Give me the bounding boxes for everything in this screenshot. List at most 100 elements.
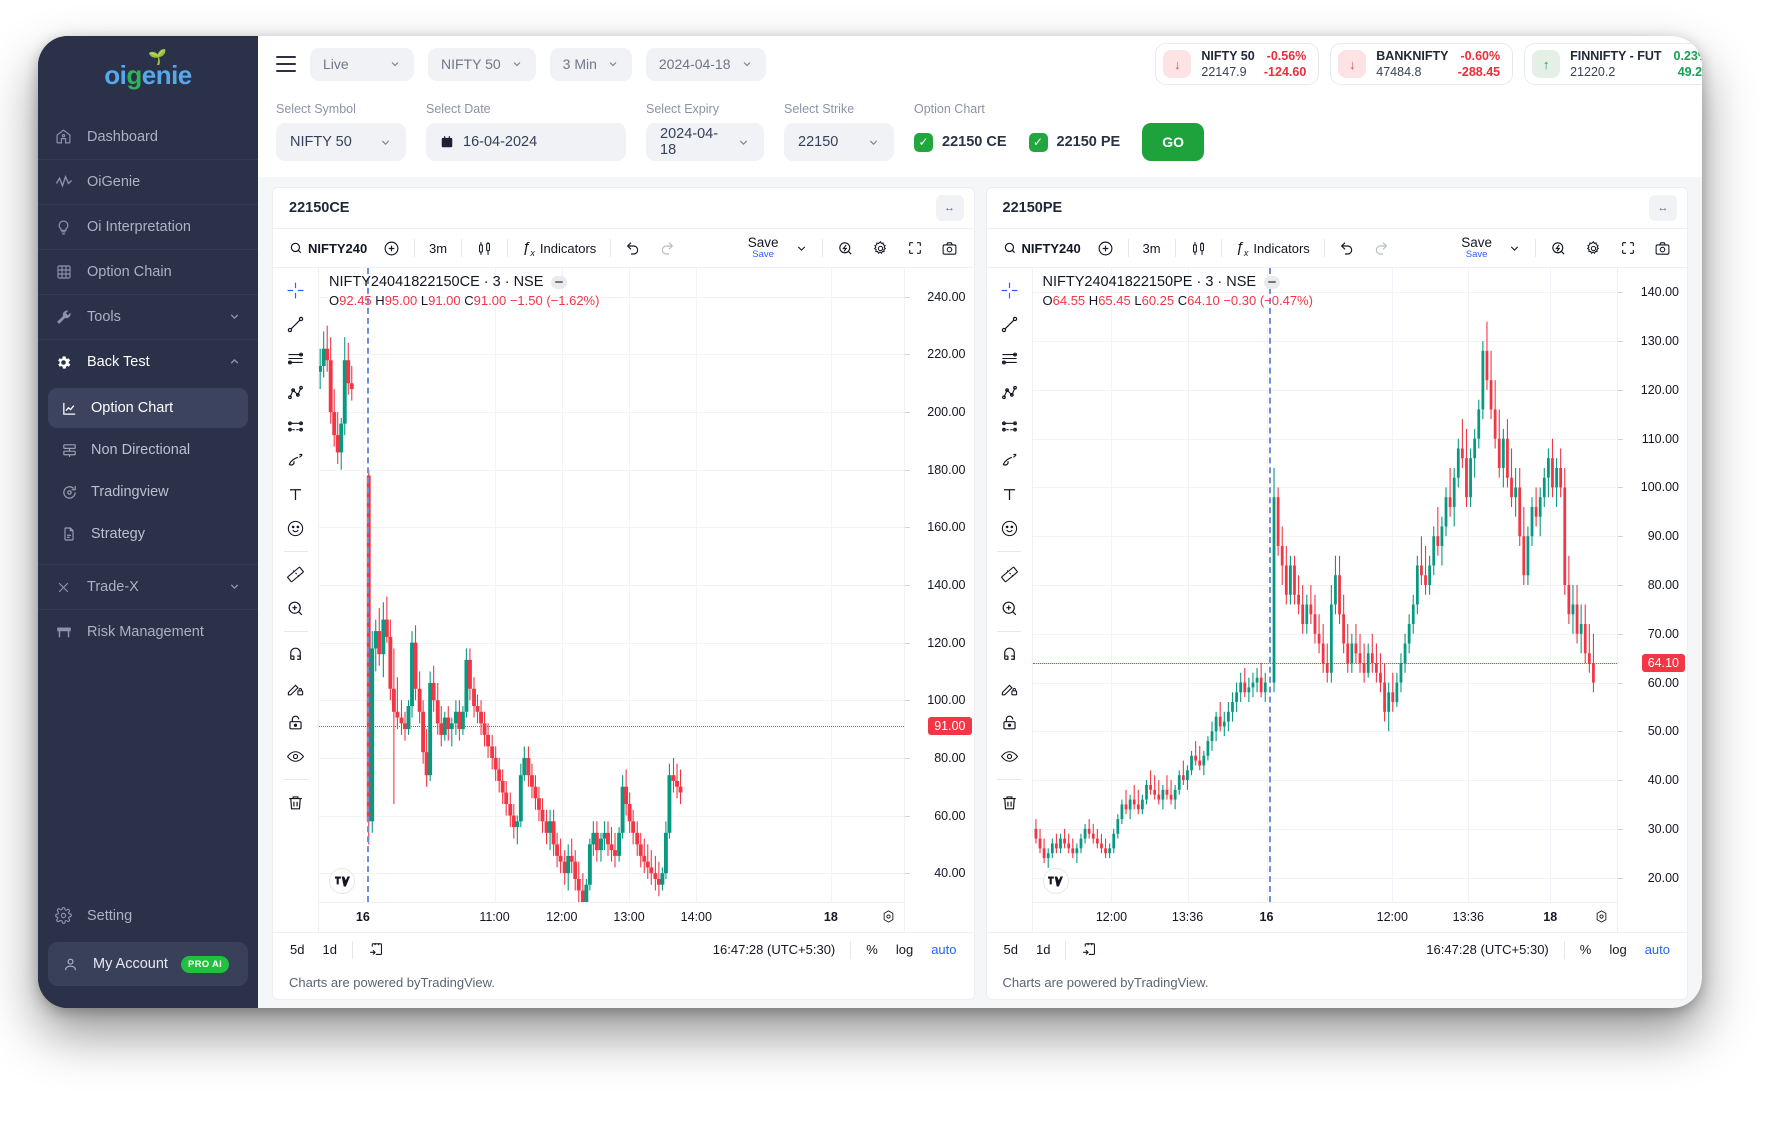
time-axis-ce[interactable]: 16 11:00 12:00 13:00 14:00 18 [319,902,904,932]
indicators-button[interactable]: ƒx Indicators [1228,234,1318,262]
expand-icon[interactable]: ↔ [1649,195,1677,221]
sidebar-item-oi-interpretation[interactable]: Oi Interpretation [38,204,258,249]
time-axis-settings-icon[interactable] [1594,909,1609,924]
eye-icon[interactable] [280,741,312,772]
quick-search-icon[interactable] [829,234,862,262]
interval-button[interactable]: 3m [1135,234,1169,262]
crosshair-icon[interactable] [993,275,1025,306]
tradingview-logo-icon[interactable] [329,868,355,894]
save-button[interactable]: Save Save [742,235,785,260]
check-icon[interactable]: ✓ [1028,132,1048,152]
range-1d-button[interactable]: 1d [315,938,343,962]
pencil-lock-icon[interactable] [993,673,1025,704]
eye-icon[interactable] [993,741,1025,772]
ticker-card[interactable]: ↑ FINNIFTY - FUT 0.23% 21220.2 49.20 [1524,43,1702,85]
sidebar-item-option-chart[interactable]: Option Chart [48,388,248,428]
horizontal-lines-icon[interactable] [993,343,1025,374]
sidebar-item-non-directional[interactable]: Non Directional [48,430,248,470]
trash-icon[interactable] [993,787,1025,818]
brush-icon[interactable] [280,445,312,476]
auto-scale-button[interactable]: auto [1638,938,1677,962]
settings-gear-icon[interactable] [864,234,897,262]
sidebar-item-risk-management[interactable]: Risk Management [38,609,258,654]
sidebar-item-dashboard[interactable]: Dashboard [38,114,258,159]
chevron-down-icon[interactable] [787,234,816,262]
lock-icon[interactable] [993,707,1025,738]
symbol-select[interactable]: NIFTY 50 [428,47,536,81]
tradingview-logo-icon[interactable] [1042,868,1069,894]
pattern-icon[interactable] [280,411,312,442]
add-symbol-button[interactable] [375,234,408,262]
goto-date-icon[interactable] [1074,938,1105,962]
sidebar-item-trade-x[interactable]: Trade-X [38,564,258,609]
date-select[interactable]: 2024-04-18 [645,47,766,81]
redo-icon[interactable] [651,234,683,262]
auto-scale-button[interactable]: auto [924,938,963,962]
checkbox-ce[interactable]: ✓ 22150 CE [914,132,1007,152]
price-axis-pe[interactable]: 140.00 130.00 120.00 110.00 100.00 90.00 80.00… [1617,268,1687,932]
sidebar-item-my-account[interactable]: My Account PRO Ai [48,942,248,986]
interval-button[interactable]: 3m [421,234,455,262]
mode-select[interactable]: Live [310,47,414,81]
footnote-link[interactable]: TradingView. [1134,975,1208,990]
checkbox-pe[interactable]: ✓ 22150 PE [1028,132,1120,152]
redo-icon[interactable] [1365,234,1397,262]
percent-scale-button[interactable]: % [859,938,885,962]
time-axis-settings-icon[interactable] [881,909,896,924]
pitchfork-icon[interactable] [280,377,312,408]
undo-icon[interactable] [1331,234,1363,262]
screenshot-camera-icon[interactable] [1646,234,1679,262]
goto-date-icon[interactable] [361,938,392,962]
sidebar-item-back-test[interactable]: Back Test [38,339,258,384]
price-axis-ce[interactable]: 240.00 220.00 200.00 180.00 160.00 140.00 120.… [903,268,974,932]
crosshair-icon[interactable] [280,275,312,306]
trend-line-icon[interactable] [993,309,1025,340]
chart-type-icon[interactable] [468,234,501,262]
sidebar-item-option-chain[interactable]: Option Chain [38,249,258,294]
indicators-button[interactable]: ƒx Indicators [514,234,604,262]
chart-type-icon[interactable] [1182,234,1215,262]
expand-icon[interactable]: ↔ [935,195,964,221]
lock-icon[interactable] [280,707,312,738]
zoom-in-icon[interactable] [280,593,312,624]
tv-symbol-search[interactable]: NIFTY240 [995,234,1087,262]
horizontal-lines-icon[interactable] [280,343,312,374]
sidebar-item-oigenie[interactable]: OiGenie [38,159,258,204]
add-symbol-button[interactable] [1089,234,1122,262]
range-1d-button[interactable]: 1d [1029,938,1057,962]
undo-icon[interactable] [617,234,649,262]
text-icon[interactable] [993,479,1025,510]
sidebar-item-tools[interactable]: Tools [38,294,258,339]
settings-gear-icon[interactable] [1577,234,1610,262]
hamburger-icon[interactable] [276,56,296,72]
save-button[interactable]: Save Save [1455,235,1498,260]
trend-line-icon[interactable] [280,309,312,340]
log-scale-button[interactable]: log [889,938,920,962]
sidebar-item-tradingview[interactable]: Tradingview [48,472,248,512]
check-icon[interactable]: ✓ [914,132,933,152]
select-symbol-dropdown[interactable]: NIFTY 50 [276,123,406,161]
ticker-card[interactable]: ↓ BANKNIFTY -0.60% 47484.8 -288.45 [1330,43,1514,85]
ticker-card[interactable]: ↓ NIFTY 50 -0.56% 22147.9 -124.60 [1155,43,1320,85]
select-strike-dropdown[interactable]: 22150 [784,123,894,161]
text-icon[interactable] [280,479,312,510]
select-date-input[interactable]: 16-04-2024 [426,123,626,161]
emoji-icon[interactable] [280,513,312,544]
range-5d-button[interactable]: 5d [283,938,311,962]
app-logo[interactable]: 🌱 oigenie [38,36,258,114]
tv-symbol-search[interactable]: NIFTY240 [281,234,373,262]
time-axis-pe[interactable]: 12:00 13:36 16 12:00 13:36 18 [1032,902,1617,932]
log-scale-button[interactable]: log [1602,938,1633,962]
magnet-icon[interactable] [993,639,1025,670]
pattern-icon[interactable] [993,411,1025,442]
chevron-down-icon[interactable] [1500,234,1529,262]
footnote-link[interactable]: TradingView. [421,975,495,990]
plot-pe[interactable]: NIFTY24041822150PE · 3 · NSE O64.55 H65.… [1032,268,1617,902]
emoji-icon[interactable] [993,513,1025,544]
fullscreen-icon[interactable] [899,234,931,262]
pitchfork-icon[interactable] [993,377,1025,408]
range-5d-button[interactable]: 5d [997,938,1025,962]
zoom-in-icon[interactable] [993,593,1025,624]
quick-search-icon[interactable] [1542,234,1575,262]
plot-ce[interactable]: NIFTY24041822150CE · 3 · NSE O92.45 H95.… [319,268,904,902]
